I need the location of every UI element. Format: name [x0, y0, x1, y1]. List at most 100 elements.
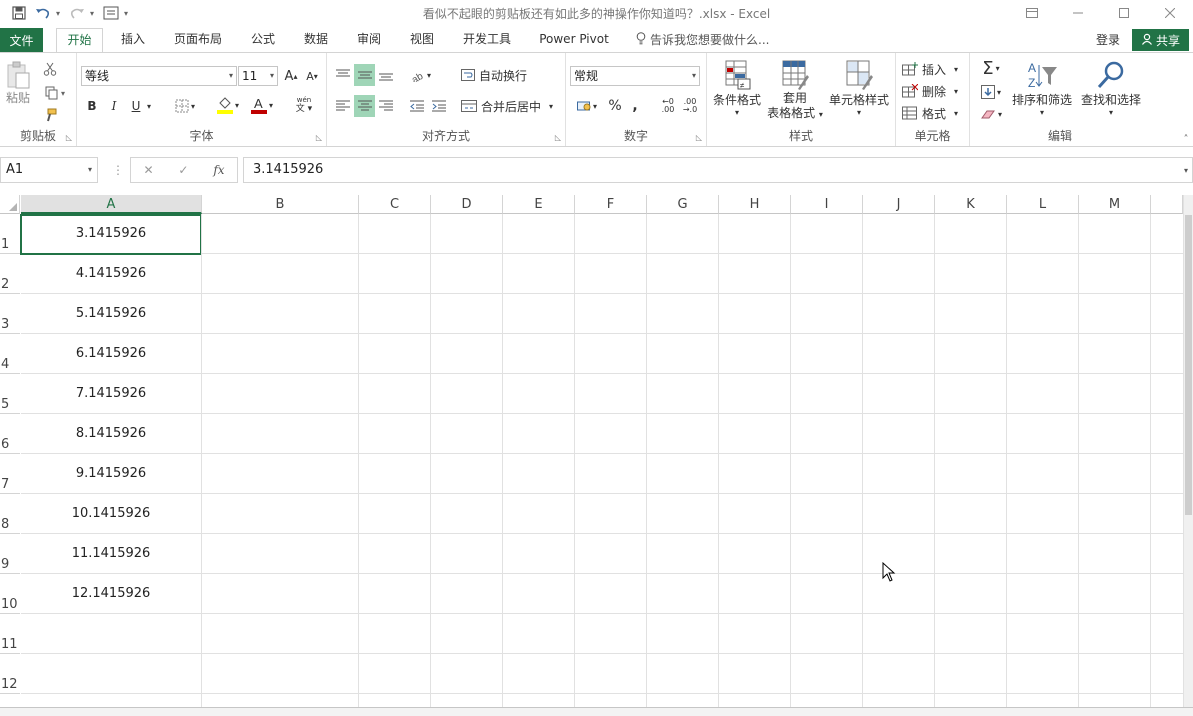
merge-center-button[interactable]: 合并后居中 ▾ [461, 95, 559, 117]
accounting-format-icon[interactable]: ▾ [572, 95, 602, 117]
format-as-table-button[interactable]: 套用 表格格式 ▾ [765, 59, 825, 129]
tab-view[interactable]: 视图 [401, 28, 443, 52]
cut-icon[interactable] [40, 59, 60, 79]
cell-a10[interactable]: 12.1415926 [21, 574, 201, 614]
cell-a3[interactable]: 5.1415926 [21, 294, 201, 334]
tab-home[interactable]: 开始 [56, 28, 103, 53]
column-header-d[interactable]: D [431, 195, 503, 214]
font-name-combo[interactable]: 等线 ▾ [81, 66, 237, 86]
column-header-partial[interactable] [1151, 195, 1183, 214]
font-color-icon[interactable]: A ▾ [247, 94, 277, 116]
italic-button[interactable]: I [105, 96, 123, 116]
cell-a11[interactable] [21, 614, 201, 654]
column-header-f[interactable]: F [575, 195, 647, 214]
select-all-corner[interactable] [0, 195, 20, 214]
sheet-tabs-bar[interactable] [0, 707, 1193, 716]
column-header-b[interactable]: B [202, 195, 359, 214]
font-launcher-icon[interactable]: ◺ [316, 133, 322, 142]
cancel-entry-icon[interactable]: ✕ [143, 163, 153, 177]
conditional-format-button[interactable]: ≠ 条件格式 ▾ [711, 59, 763, 121]
column-header-a[interactable]: A [21, 195, 202, 214]
align-right-icon[interactable] [376, 95, 396, 117]
insert-function-icon[interactable]: fx [213, 163, 224, 177]
row-header-3[interactable]: 3 [0, 294, 20, 334]
cell-a6[interactable]: 8.1415926 [21, 414, 201, 454]
cell-a2[interactable]: 4.1415926 [21, 254, 201, 294]
tab-file[interactable]: 文件 [0, 28, 43, 52]
row-header-11[interactable]: 11 [0, 614, 20, 654]
column-header-l[interactable]: L [1007, 195, 1079, 214]
expand-formula-bar-icon[interactable]: ▾ [1180, 164, 1192, 176]
column-header-k[interactable]: K [935, 195, 1007, 214]
tab-review[interactable]: 审阅 [348, 28, 390, 52]
tab-insert[interactable]: 插入 [112, 28, 154, 52]
paste-button[interactable]: 粘贴 [4, 59, 32, 107]
formula-bar-grip-icon[interactable]: ⋮ [112, 163, 124, 177]
percent-style-icon[interactable]: % [606, 95, 624, 117]
borders-icon[interactable]: ▾ [171, 96, 199, 116]
column-header-c[interactable]: C [359, 195, 431, 214]
insert-cells-button[interactable]: 插入 ▾ [902, 59, 964, 79]
row-header-4[interactable]: 4 [0, 334, 20, 374]
autosum-icon[interactable]: Σ ▾ [976, 57, 1006, 79]
formula-input[interactable]: 3.1415926 [243, 157, 1193, 183]
tell-me-search[interactable]: 告诉我您想要做什么... [636, 28, 769, 52]
comma-style-icon[interactable]: , [628, 95, 642, 117]
format-painter-icon[interactable] [40, 105, 60, 125]
clear-icon[interactable]: ▾ [976, 103, 1006, 125]
sort-filter-button[interactable]: AZ 排序和筛选 ▾ [1010, 59, 1074, 121]
column-header-j[interactable]: J [863, 195, 935, 214]
cell-a4[interactable]: 6.1415926 [21, 334, 201, 374]
wrap-text-button[interactable]: 自动换行 [461, 64, 535, 86]
worksheet-grid[interactable]: ABCDEFGHIJKLM 1 3.1415926 2 4.1415926 3 5.141… [0, 195, 1193, 716]
cell-a5[interactable]: 7.1415926 [21, 374, 201, 414]
column-header-m[interactable]: M [1079, 195, 1151, 214]
increase-font-icon[interactable]: A ▴ [282, 66, 300, 86]
cell-a8[interactable]: 10.1415926 [21, 494, 201, 534]
phonetic-guide-icon[interactable]: wén 文 ▾ [289, 94, 319, 116]
tab-power-pivot[interactable]: Power Pivot [533, 28, 615, 52]
column-header-h[interactable]: H [719, 195, 791, 214]
cell-styles-button[interactable]: 单元格样式 ▾ [827, 59, 891, 121]
cell-a12[interactable] [21, 654, 201, 694]
column-header-g[interactable]: G [647, 195, 719, 214]
increase-decimal-icon[interactable]: ←0.00 [658, 95, 678, 117]
name-box[interactable]: A1 ▾ [0, 157, 98, 183]
clipboard-launcher-icon[interactable]: ◺ [66, 133, 72, 142]
tab-formulas[interactable]: 公式 [242, 28, 284, 52]
row-header-1[interactable]: 1 [0, 214, 20, 254]
orientation-icon[interactable]: ab ▾ [407, 64, 435, 86]
tab-developer[interactable]: 开发工具 [455, 28, 519, 52]
increase-indent-icon[interactable] [429, 95, 449, 117]
login-link[interactable]: 登录 [1096, 28, 1120, 52]
find-select-button[interactable]: 查找和选择 ▾ [1076, 59, 1146, 121]
cell-a7[interactable]: 9.1415926 [21, 454, 201, 494]
align-left-icon[interactable] [333, 95, 353, 117]
format-cells-button[interactable]: 格式 ▾ [902, 103, 964, 123]
vertical-scrollbar[interactable] [1183, 195, 1193, 716]
tab-data[interactable]: 数据 [295, 28, 337, 52]
alignment-launcher-icon[interactable]: ◺ [555, 133, 561, 142]
align-center-icon[interactable] [354, 95, 375, 117]
align-middle-icon[interactable] [354, 64, 375, 86]
share-button[interactable]: 共享 [1132, 29, 1189, 51]
maximize-icon[interactable] [1101, 0, 1147, 26]
underline-dropdown-icon[interactable]: ▾ [145, 96, 153, 116]
copy-icon[interactable]: ▾ [40, 83, 70, 103]
close-icon[interactable] [1147, 0, 1193, 26]
align-bottom-icon[interactable] [376, 64, 396, 86]
tab-page-layout[interactable]: 页面布局 [166, 28, 230, 52]
row-header-9[interactable]: 9 [0, 534, 20, 574]
column-header-e[interactable]: E [503, 195, 575, 214]
number-format-combo[interactable]: 常规 ▾ [570, 66, 700, 86]
minimize-icon[interactable] [1055, 0, 1101, 26]
column-header-i[interactable]: I [791, 195, 863, 214]
row-header-5[interactable]: 5 [0, 374, 20, 414]
ribbon-display-icon[interactable] [1009, 0, 1055, 26]
confirm-entry-icon[interactable]: ✓ [178, 163, 188, 177]
fill-icon[interactable]: ▾ [976, 81, 1006, 103]
decrease-decimal-icon[interactable]: .00 →.0 [680, 95, 700, 117]
row-header-8[interactable]: 8 [0, 494, 20, 534]
bold-button[interactable]: B [83, 96, 101, 116]
vertical-scrollbar-thumb[interactable] [1185, 215, 1192, 515]
